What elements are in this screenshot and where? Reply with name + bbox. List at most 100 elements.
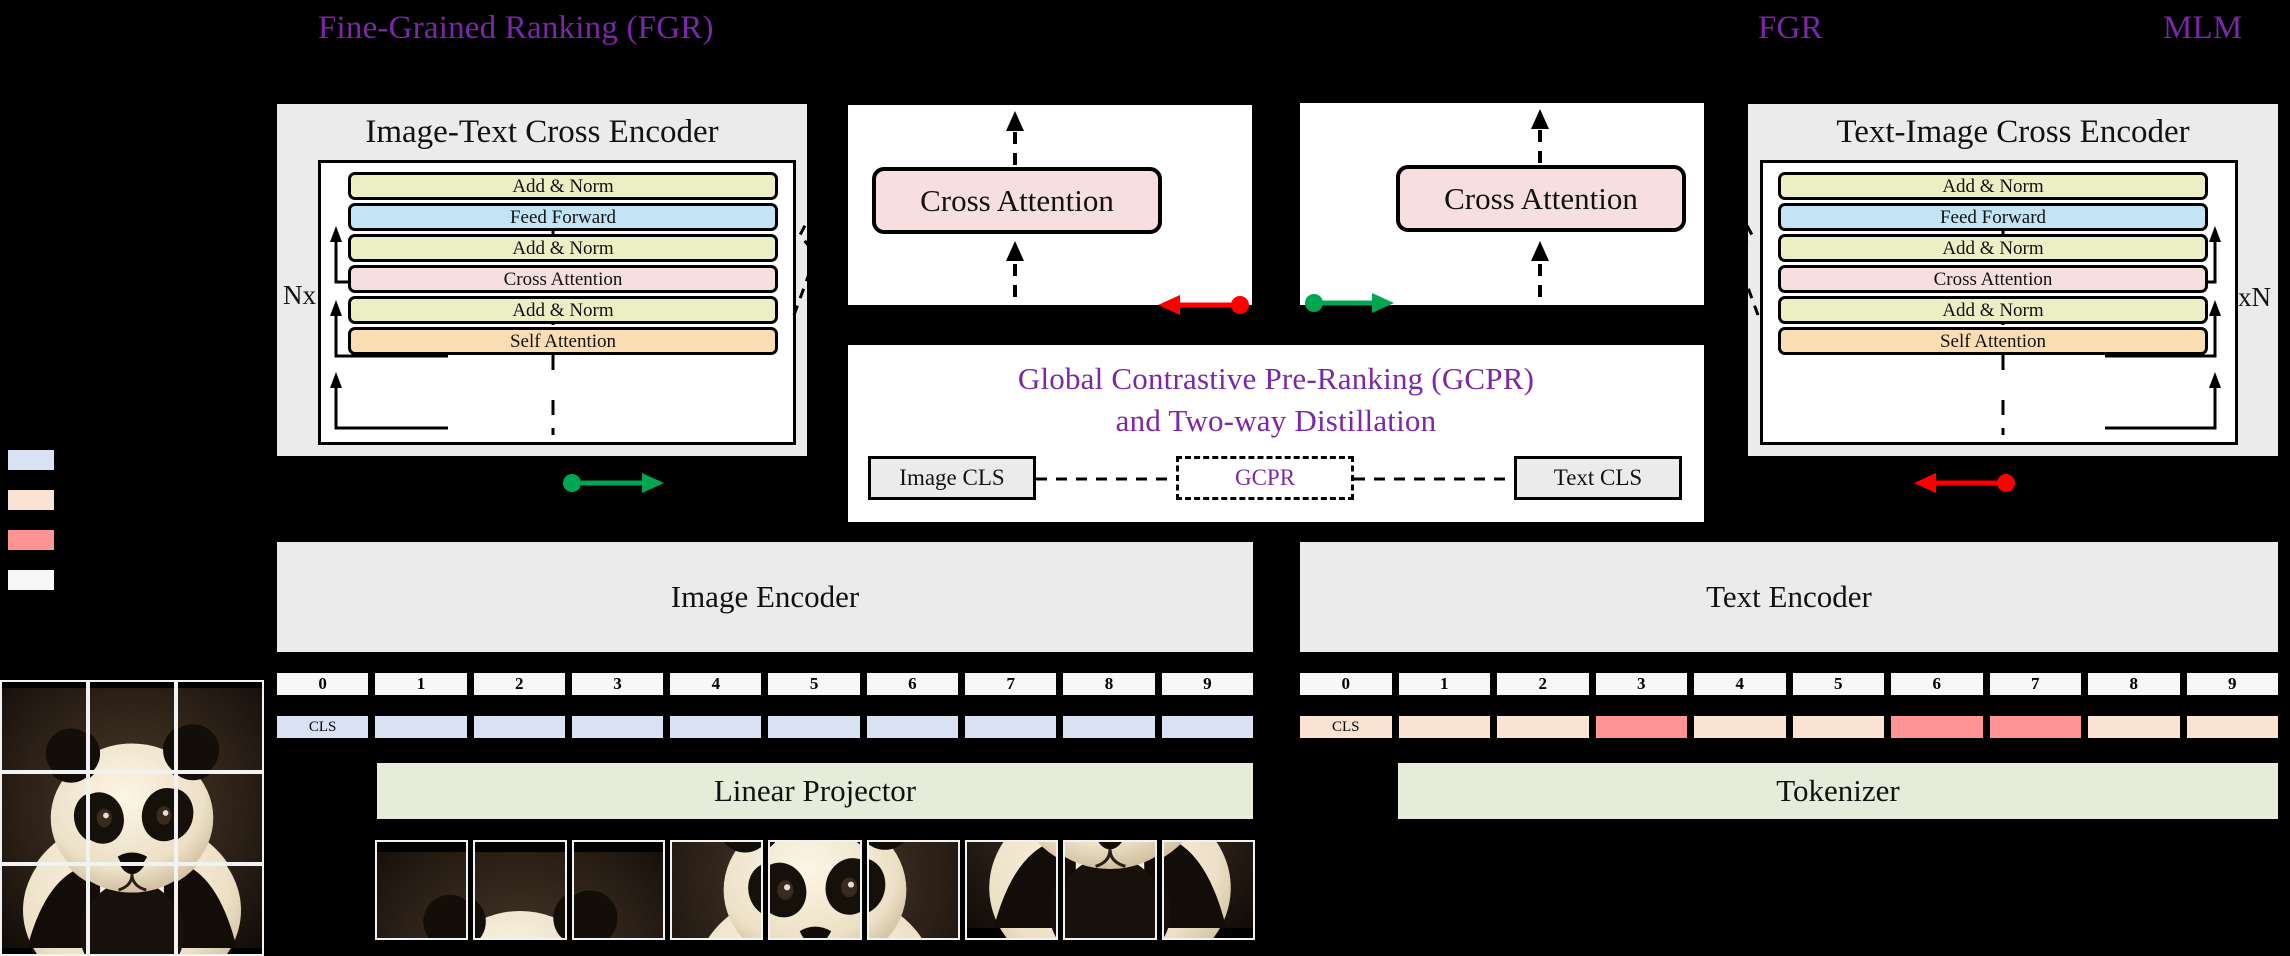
right-layer-add-norm-3: Add & Norm	[1778, 296, 2208, 324]
position-index-cell: 9	[1161, 673, 1253, 695]
position-index-cell: 2	[1497, 673, 1589, 695]
token-cell	[2186, 716, 2278, 738]
right-layer-add-norm-3-label: Add & Norm	[1942, 299, 2044, 321]
left-layer-add-norm-1: Add & Norm	[348, 172, 778, 200]
text-cls-label: Text CLS	[1553, 465, 1643, 490]
position-index-cell: 4	[1694, 673, 1786, 695]
right-layer-add-norm-2-label: Add & Norm	[1942, 237, 2044, 259]
right-layer-add-norm-2: Add & Norm	[1778, 234, 2208, 262]
cls-token-cell: CLS	[277, 716, 369, 738]
legend-swatch	[8, 530, 54, 550]
token-cell	[866, 716, 959, 738]
text-position-index-row: 0123456789	[1300, 673, 2278, 695]
left-layer-add-norm-1-label: Add & Norm	[512, 175, 614, 197]
gcpr-title-line-2: and Two-way Distillation	[852, 397, 1700, 439]
title-fine-grained-ranking: Fine-Grained Ranking (FGR)	[318, 10, 714, 47]
image-cls-box[interactable]: Image CLS	[868, 456, 1036, 500]
position-index-cell: 3	[571, 673, 664, 695]
position-index-cell: 6	[866, 673, 959, 695]
right-layer-feed-forward-label: Feed Forward	[1939, 206, 2047, 228]
source-image-patch	[88, 772, 176, 864]
right-encoder-repeat-label: xN	[2238, 282, 2271, 313]
title-fgr-short: FGR	[1758, 10, 1823, 47]
left-layer-add-norm-2-label: Add & Norm	[512, 237, 614, 259]
image-patch	[669, 840, 764, 940]
linear-projector-label: Linear Projector	[713, 773, 917, 808]
gcpr-connector-lines	[1036, 477, 1514, 481]
position-index-cell: 5	[1792, 673, 1884, 695]
image-patch	[375, 840, 469, 940]
image-encoder-bar[interactable]: Image Encoder	[277, 542, 1253, 652]
token-cell	[1694, 716, 1786, 738]
position-index-cell: 4	[670, 673, 762, 695]
position-index-cell: 1	[375, 673, 467, 695]
source-image-patch	[88, 680, 176, 772]
position-index-cell: 9	[2186, 673, 2278, 695]
position-index-cell: 8	[1063, 673, 1155, 695]
right-layer-add-norm-1: Add & Norm	[1778, 172, 2208, 200]
left-encoder-repeat-label: Nx	[283, 280, 316, 311]
image-patch	[1063, 840, 1157, 940]
tokenizer-label: Tokenizer	[1776, 773, 1900, 808]
image-patch	[964, 840, 1059, 940]
title-mlm-text: MLM	[2163, 10, 2243, 46]
position-index-cell: 5	[768, 673, 860, 695]
right-layer-self-attention-label: Self Attention	[1939, 330, 2047, 352]
token-cell	[670, 716, 762, 738]
source-image-patch	[0, 680, 88, 772]
token-cell	[1497, 716, 1589, 738]
position-index-cell: 2	[473, 673, 565, 695]
text-cls-box[interactable]: Text CLS	[1514, 456, 1682, 500]
position-index-cell: 1	[1398, 673, 1490, 695]
token-cell	[1063, 716, 1155, 738]
source-image-patch	[176, 864, 264, 956]
right-layer-cross-attention-label: Cross Attention	[1933, 268, 2053, 290]
legend-swatch	[8, 570, 54, 590]
right-encoder-to-cross-attention-link	[1730, 196, 1760, 316]
right-layer-cross-attention: Cross Attention	[1778, 265, 2208, 293]
left-encoder-repeat-text: Nx	[283, 280, 316, 310]
left-layer-add-norm-3: Add & Norm	[348, 296, 778, 324]
source-image-grid	[0, 680, 264, 956]
left-layer-cross-attention: Cross Attention	[348, 265, 778, 293]
legend-swatch	[8, 450, 54, 470]
left-layer-self-attention-label: Self Attention	[509, 330, 617, 352]
image-token-row: CLS	[277, 716, 1253, 738]
right-layer-feed-forward: Feed Forward	[1778, 203, 2208, 231]
image-patch-strip	[375, 840, 1255, 940]
token-cell	[1989, 716, 2081, 738]
token-cell	[1161, 716, 1253, 738]
image-patch	[866, 840, 960, 940]
image-text-cross-encoder-title: Image-Text Cross Encoder	[277, 104, 807, 151]
text-encoder-bar[interactable]: Text Encoder	[1300, 542, 2278, 652]
source-image-patch	[0, 864, 88, 956]
token-cell	[965, 716, 1057, 738]
source-image-patch	[88, 864, 176, 956]
left-flow-arrow-green	[563, 473, 664, 493]
token-cell	[2088, 716, 2180, 738]
text-token-row: CLS	[1300, 716, 2278, 738]
token-cell	[1792, 716, 1884, 738]
right-flow-arrow-red	[1914, 473, 2015, 493]
position-index-cell: 3	[1595, 673, 1687, 695]
linear-projector-bar[interactable]: Linear Projector	[377, 763, 1253, 819]
token-cell	[375, 716, 467, 738]
image-cls-label: Image CLS	[899, 465, 1005, 490]
title-fgr-short-text: FGR	[1758, 10, 1823, 46]
position-index-cell: 8	[2088, 673, 2180, 695]
position-index-cell: 6	[1891, 673, 1983, 695]
title-mlm: MLM	[2163, 10, 2242, 47]
left-layer-feed-forward: Feed Forward	[348, 203, 778, 231]
text-image-cross-encoder-title: Text-Image Cross Encoder	[1748, 104, 2278, 151]
right-layer-add-norm-1-label: Add & Norm	[1942, 175, 2044, 197]
tokenizer-bar[interactable]: Tokenizer	[1398, 763, 2278, 819]
image-encoder-label: Image Encoder	[670, 579, 860, 614]
right-encoder-repeat-text: xN	[2238, 282, 2271, 312]
gcpr-title-line-1: Global Contrastive Pre-Ranking (GCPR)	[852, 349, 1700, 397]
left-layer-add-norm-2: Add & Norm	[348, 234, 778, 262]
left-layer-cross-attention-label: Cross Attention	[503, 268, 623, 290]
image-patch	[473, 840, 567, 940]
position-index-cell: 0	[277, 673, 369, 695]
position-index-cell: 0	[1300, 673, 1392, 695]
token-cell	[1891, 716, 1983, 738]
